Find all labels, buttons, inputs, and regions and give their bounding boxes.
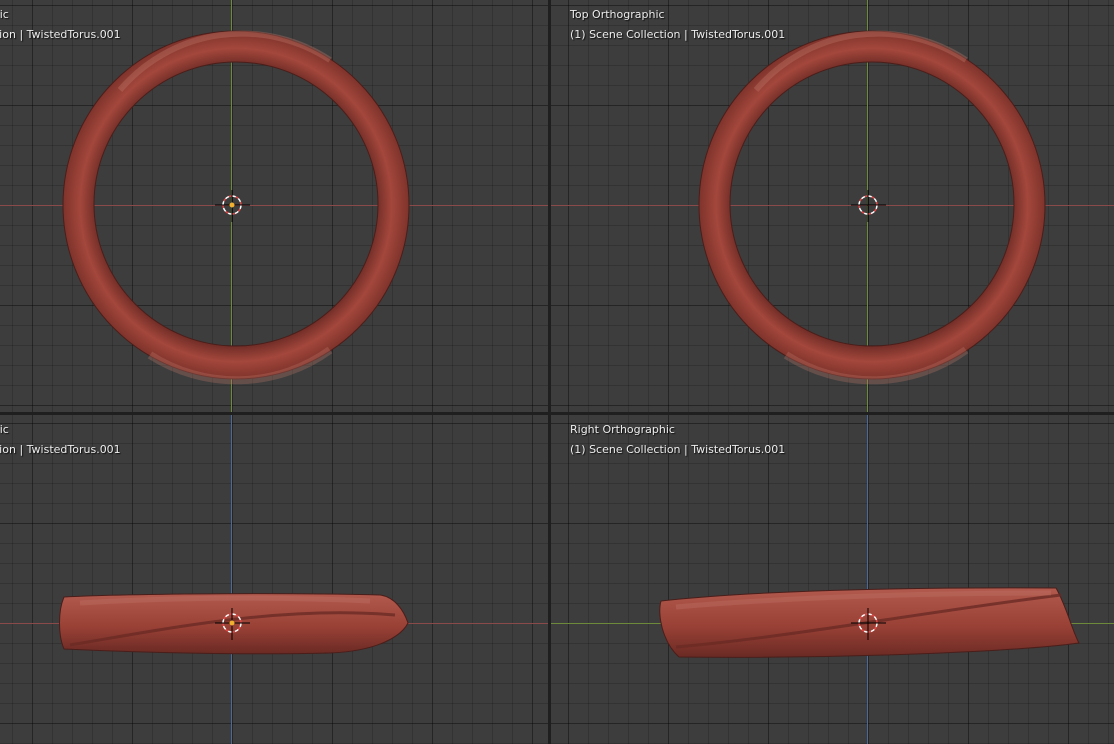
viewport-top-right[interactable]: Top Orthographic (1) Scene Collection | …	[551, 0, 1114, 412]
viewport-bottom-right[interactable]: Right Orthographic (1) Scene Collection …	[551, 415, 1114, 744]
twisted-torus-mesh[interactable]	[551, 0, 1114, 412]
3d-cursor-icon	[851, 190, 886, 222]
collection-label: (1) Scene Collection | TwistedTorus.001	[570, 443, 786, 456]
3d-cursor-icon	[215, 190, 250, 222]
viewport-overlay-text: Right Orthographic (1) Scene Collection …	[570, 420, 785, 460]
viewport-overlay-text: aphic lection | TwistedTorus.001	[0, 5, 121, 45]
viewport-split-horizontal[interactable]	[0, 412, 1114, 415]
viewport-overlay-text: Top Orthographic (1) Scene Collection | …	[570, 5, 785, 45]
collection-label: lection | TwistedTorus.001	[0, 443, 121, 456]
viewport-overlay-text: aphic lection | TwistedTorus.001	[0, 420, 121, 460]
viewport-top-left[interactable]: aphic lection | TwistedTorus.001	[0, 0, 548, 412]
twisted-torus-mesh[interactable]	[0, 0, 548, 412]
collection-label: (1) Scene Collection | TwistedTorus.001	[570, 28, 786, 41]
twisted-torus-mesh[interactable]	[551, 415, 1114, 744]
view-name-label: aphic	[0, 423, 9, 436]
view-name-label: Right Orthographic	[570, 423, 675, 436]
viewport-bottom-left[interactable]: aphic lection | TwistedTorus.001	[0, 415, 548, 744]
object-origin-icon	[229, 620, 235, 626]
collection-label: lection | TwistedTorus.001	[0, 28, 121, 41]
viewport-split-vertical[interactable]	[548, 0, 551, 744]
view-name-label: aphic	[0, 8, 9, 21]
view-name-label: Top Orthographic	[570, 8, 665, 21]
twisted-torus-mesh[interactable]	[0, 415, 548, 744]
object-origin-icon	[229, 202, 235, 208]
